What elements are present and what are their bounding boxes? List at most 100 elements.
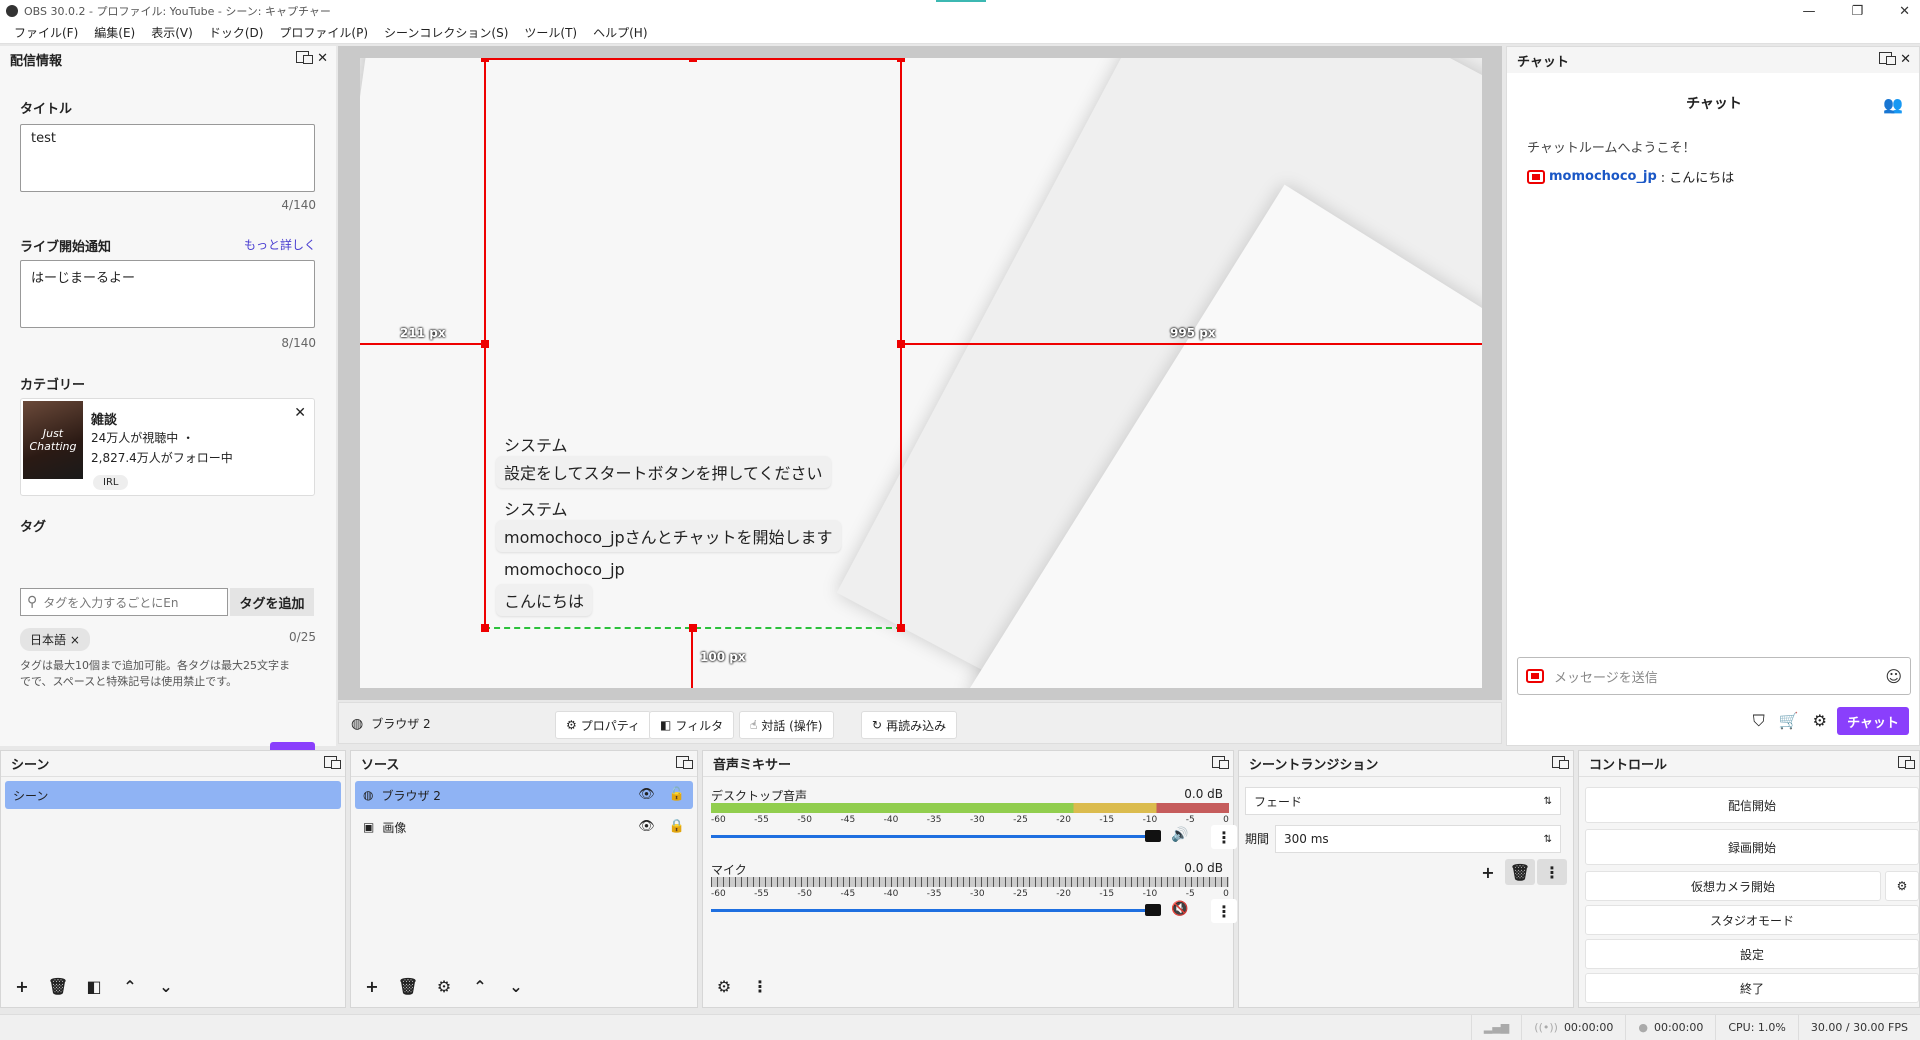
move-down-icon[interactable]: ⌄ — [501, 973, 531, 999]
interact-label: 対話 (操作) — [761, 718, 823, 733]
undock-icon[interactable] — [1898, 756, 1915, 769]
resize-handle[interactable] — [481, 58, 489, 62]
resize-handle[interactable] — [897, 340, 905, 348]
volume-slider[interactable] — [711, 835, 1151, 838]
menu-help[interactable]: ヘルプ(H) — [585, 24, 655, 41]
resize-handle[interactable] — [897, 624, 905, 632]
add-source-icon[interactable]: + — [357, 973, 387, 999]
source-item[interactable]: ▣ 画像 👁 🔒 — [355, 813, 693, 841]
undock-icon[interactable] — [1879, 52, 1897, 65]
eye-icon[interactable]: 👁 — [638, 787, 655, 802]
filter-icon[interactable]: ◧ — [79, 973, 109, 999]
resize-handle[interactable] — [689, 624, 697, 632]
interact-button[interactable]: ☝ 対話 (操作) — [739, 711, 834, 739]
record-time: 00:00:00 — [1653, 1021, 1704, 1034]
menu-docks[interactable]: ドック(D) — [201, 24, 272, 41]
trash-icon[interactable]: 🗑 — [1505, 859, 1535, 885]
chat-send-button[interactable]: チャット — [1837, 707, 1909, 735]
category-thumbnail: Just Chatting — [23, 401, 83, 479]
resize-handle[interactable] — [689, 58, 697, 62]
shield-icon[interactable]: ⛉ — [1753, 711, 1765, 731]
emoji-icon[interactable]: ☺ — [1885, 667, 1902, 686]
globe-icon: ◍ — [351, 715, 364, 732]
learn-more-link[interactable]: もっと詳しく — [244, 236, 316, 253]
resize-handle[interactable] — [897, 58, 905, 62]
lock-icon[interactable]: 🔒 — [669, 819, 685, 834]
start-recording-button[interactable]: 録画開始 — [1585, 829, 1919, 865]
settings-button[interactable]: 設定 — [1585, 939, 1919, 969]
cpu-usage: CPU: 1.0% — [1715, 1014, 1798, 1040]
tag-input[interactable]: ⚲ タグを入力するごとにEn — [20, 588, 228, 616]
source-item[interactable]: ◍ ブラウザ 2 👁 🔓 — [355, 781, 693, 809]
menu-edit[interactable]: 編集(E) — [86, 24, 143, 41]
properties-label: プロパティ — [580, 718, 641, 733]
resize-handle[interactable] — [481, 340, 489, 348]
volume-slider-handle[interactable] — [1145, 830, 1161, 842]
close-button[interactable]: ✕ — [1899, 4, 1910, 19]
undock-icon[interactable] — [1212, 756, 1229, 769]
move-up-icon[interactable]: ⌃ — [115, 973, 145, 999]
resize-handle[interactable] — [481, 624, 489, 632]
filters-button[interactable]: ◧ フィルタ — [649, 711, 735, 739]
start-streaming-button[interactable]: 配信開始 — [1585, 787, 1919, 823]
move-down-icon[interactable]: ⌄ — [151, 973, 181, 999]
menu-profile[interactable]: プロファイル(P) — [271, 24, 376, 41]
trash-icon[interactable]: 🗑 — [393, 973, 423, 999]
properties-button[interactable]: ⚙ プロパティ — [555, 711, 652, 739]
more-options-icon[interactable]: ⋮ — [745, 973, 775, 999]
preview-canvas[interactable]: システム 設定をしてスタートボタンを押してください システム momochoco… — [360, 58, 1482, 688]
add-tag-button[interactable]: タグを追加 — [230, 588, 314, 616]
overlay-name: システム — [504, 436, 568, 455]
menu-view[interactable]: 表示(V) — [143, 24, 201, 41]
exit-button[interactable]: 終了 — [1585, 973, 1919, 1003]
menu-tools[interactable]: ツール(T) — [516, 24, 585, 41]
notify-input[interactable]: はーじまーるよー — [20, 260, 315, 328]
undock-icon[interactable] — [676, 756, 693, 769]
chat-text: : こんにちは — [1660, 171, 1735, 186]
spin-arrows-icon[interactable]: ⇅ — [1544, 834, 1552, 845]
volume-slider[interactable] — [711, 909, 1151, 912]
menu-scene-collection[interactable]: シーンコレクション(S) — [376, 24, 516, 41]
add-scene-icon[interactable]: + — [7, 973, 37, 999]
participants-icon[interactable]: 👥 — [1883, 95, 1903, 114]
scene-item[interactable]: シーン — [5, 781, 341, 809]
settings-gear-icon[interactable]: ⚙ — [1813, 711, 1827, 731]
undock-icon[interactable] — [1552, 756, 1569, 769]
close-icon[interactable]: ✕ — [1900, 52, 1911, 67]
restore-button[interactable]: ❐ — [1851, 4, 1863, 19]
title-input[interactable]: test — [20, 124, 315, 192]
advanced-audio-gear-icon[interactable]: ⚙ — [709, 973, 739, 999]
more-options-icon[interactable]: ⋮ — [1211, 825, 1237, 849]
reload-button[interactable]: ↻ 再読み込み — [861, 711, 958, 739]
transition-type-select[interactable]: フェード ⇅ — [1245, 787, 1561, 815]
youtube-icon — [1527, 169, 1545, 184]
trash-icon[interactable]: 🗑 — [43, 973, 73, 999]
volume-slider-handle[interactable] — [1145, 904, 1161, 916]
muted-speaker-icon[interactable]: 🔇 — [1171, 901, 1188, 917]
eye-icon[interactable]: 👁 — [638, 819, 655, 834]
add-transition-icon[interactable]: + — [1473, 859, 1503, 885]
chat-username[interactable]: momochoco_jp — [1549, 169, 1657, 184]
chat-message-input[interactable]: メッセージを送信 ☺ — [1517, 657, 1911, 695]
gear-icon[interactable]: ⚙ — [429, 973, 459, 999]
move-up-icon[interactable]: ⌃ — [465, 973, 495, 999]
tag-chip[interactable]: 日本語 × — [20, 628, 90, 651]
category-card[interactable]: Just Chatting 雑談 24万人が視聴中 ・ 2,827.4万人がフォ… — [20, 398, 315, 496]
virtual-camera-settings-gear-icon[interactable]: ⚙ — [1885, 871, 1919, 901]
more-options-icon[interactable]: ⋮ — [1537, 859, 1567, 885]
undock-icon[interactable] — [324, 756, 341, 769]
close-icon[interactable]: ✕ — [317, 51, 328, 66]
start-virtual-camera-button[interactable]: 仮想カメラ開始 — [1585, 871, 1881, 901]
cart-icon[interactable]: 🛒 — [1779, 711, 1799, 731]
undock-icon[interactable] — [296, 51, 314, 64]
speaker-icon[interactable]: 🔊 — [1171, 827, 1188, 843]
transition-type-value: フェード — [1254, 794, 1303, 809]
more-options-icon[interactable]: ⋮ — [1211, 899, 1237, 923]
unlock-icon[interactable]: 🔓 — [669, 787, 685, 802]
remove-category-icon[interactable]: ✕ — [294, 405, 306, 421]
minimize-button[interactable]: — — [1802, 4, 1815, 19]
channel-name: デスクトップ音声 — [711, 789, 808, 803]
studio-mode-button[interactable]: スタジオモード — [1585, 905, 1919, 935]
duration-spinbox[interactable]: 300 ms ⇅ — [1275, 825, 1561, 853]
menu-file[interactable]: ファイル(F) — [6, 24, 86, 41]
